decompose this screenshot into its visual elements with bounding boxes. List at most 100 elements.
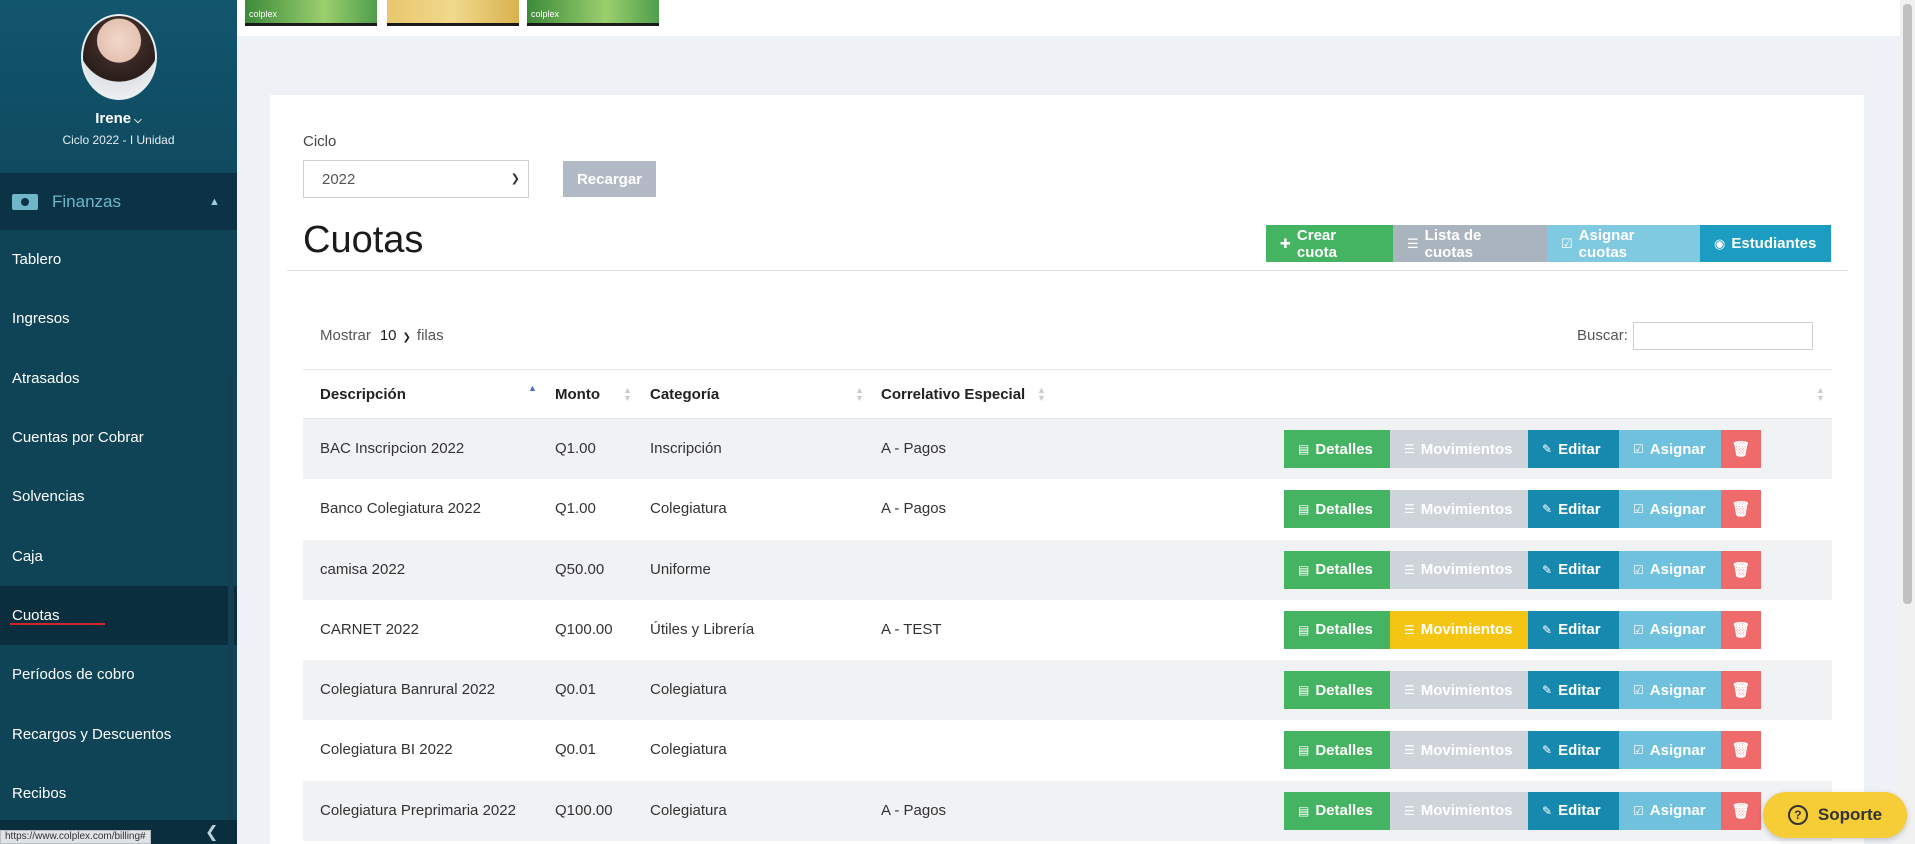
page-scrollbar[interactable] [1900,0,1915,844]
sidebar-item-tablero[interactable]: Tablero [0,230,237,290]
cell-categoria: Colegiatura [650,681,727,699]
sidebar-item-periodos-de-cobro[interactable]: Períodos de cobro [0,645,237,705]
sort-icon[interactable]: ▲ ▼ [855,386,864,403]
cell-descripcion: BAC Inscripcion 2022 [320,440,465,457]
details-button[interactable]: ▤ Detalles [1284,550,1390,589]
sort-icon[interactable]: ▲ ▼ [1037,386,1046,403]
page-length-select[interactable]: 10 ❯ [380,327,411,344]
edit-button[interactable]: ✎ Editar [1528,550,1619,589]
row-actions: ▤ Detalles ☰ Movimientos ✎ Editar ☑ Asignar 🗑 [1284,490,1761,529]
banner-image[interactable] [387,0,519,26]
nav-group-label: Finanzas [52,191,121,211]
details-button[interactable]: ▤ Detalles [1284,731,1390,770]
button-label: Detalles [1315,561,1373,579]
ciclo-select[interactable]: 2022 ❯ [303,160,529,198]
edit-icon: ✎ [1542,803,1553,818]
sidebar-item-cuentas-por-cobrar[interactable]: Cuentas por Cobrar [0,407,237,468]
search-input[interactable] [1633,322,1813,350]
user-menu[interactable]: Irene ⌵ [0,110,237,127]
sidebar-item-recibos[interactable]: Recibos [0,763,237,823]
table-header: Descripción ▲ Monto ▲ ▼ Categoría ▲ ▼ Corr… [303,369,1832,419]
assign-button[interactable]: ☑ Asignar [1619,550,1721,589]
button-label: Asignar [1649,681,1706,699]
movements-button[interactable]: ☰ Movimientos [1390,490,1528,529]
fee-list-button[interactable]: ☰ Lista de cuotas [1393,225,1547,262]
check-square-icon: ☑ [1633,442,1644,456]
delete-button[interactable]: 🗑 [1721,610,1761,649]
sidebar-item-recargos-y-descuentos[interactable]: Recargos y Descuentos [0,704,237,764]
assign-button[interactable]: ☑ Asignar [1619,671,1721,710]
avatar[interactable] [80,14,157,100]
scrollbar-thumb[interactable] [1903,4,1912,604]
button-label: Movimientos [1420,440,1513,458]
movements-button[interactable]: ☰ Movimientos [1390,671,1528,710]
chevron-left-icon[interactable]: ❮ [205,822,218,842]
details-button[interactable]: ▤ Detalles [1284,610,1390,649]
delete-button[interactable]: 🗑 [1721,490,1761,529]
movements-button[interactable]: ☰ Movimientos [1390,550,1528,589]
users-icon: ◉ [1714,235,1726,251]
sidebar-item-label: Caja [12,547,43,565]
movements-button[interactable]: ☰ Movimientos [1390,791,1528,830]
list-alt-icon: ▤ [1298,622,1310,637]
button-label: Editar [1558,741,1601,759]
create-fee-button[interactable]: ✚ Crear cuota [1266,225,1393,262]
column-header-categoria[interactable]: Categoría [650,386,719,403]
assign-button[interactable]: ☑ Asignar [1619,430,1721,468]
support-button[interactable]: ? Soporte [1763,792,1907,838]
sidebar-item-solvencias[interactable]: Solvencias [0,467,237,527]
details-button[interactable]: ▤ Detalles [1284,430,1390,468]
table-row: CARNET 2022 Q100.00 Útiles y Librería A - T… [303,600,1832,660]
assign-button[interactable]: ☑ Asignar [1619,490,1721,529]
table-row: Colegiatura Banrural 2022 Q0.01 Colegiatur… [303,660,1832,721]
check-square-icon: ☑ [1633,803,1644,818]
details-button[interactable]: ▤ Detalles [1284,671,1390,710]
nav-group-finanzas[interactable]: Finanzas ▲ [0,173,237,230]
cell-monto: Q0.01 [555,681,596,699]
assign-fees-button[interactable]: ☑ Asignar cuotas [1547,225,1700,262]
button-label: Movimientos [1420,741,1513,759]
sort-icon[interactable]: ▲ ▼ [1816,386,1825,403]
delete-button[interactable]: 🗑 [1721,550,1761,589]
edit-button[interactable]: ✎ Editar [1528,490,1619,529]
movements-button[interactable]: ☰ Movimientos [1390,430,1528,468]
sidebar-item-cuotas[interactable]: Cuotas [0,585,237,646]
edit-button[interactable]: ✎ Editar [1528,791,1619,830]
reload-button[interactable]: Recargar [563,161,656,197]
assign-button[interactable]: ☑ Asignar [1619,610,1721,649]
button-label: Detalles [1315,802,1373,820]
column-header-descripcion[interactable]: Descripción [320,386,406,403]
sidebar-scrollbar[interactable] [228,376,234,844]
banner-image[interactable]: colplex [245,0,377,26]
sidebar-item-atrasados[interactable]: Atrasados [0,348,237,408]
sidebar-item-ingresos[interactable]: Ingresos [0,289,237,349]
details-button[interactable]: ▤ Detalles [1284,490,1390,529]
movements-button[interactable]: ☰ Movimientos [1390,610,1528,649]
movements-button[interactable]: ☰ Movimientos [1390,731,1528,770]
assign-button[interactable]: ☑ Asignar [1619,731,1721,770]
assign-button[interactable]: ☑ Asignar [1619,791,1721,830]
sort-icon[interactable]: ▲ ▼ [623,386,632,403]
delete-button[interactable]: 🗑 [1721,791,1761,830]
banner-image[interactable]: colplex [527,0,659,26]
table-row: Colegiatura Preprimaria 2022 Q100.00 Coleg… [303,780,1832,842]
sidebar-item-caja[interactable]: Caja [0,526,237,586]
list-alt-icon: ▤ [1298,803,1310,818]
edit-button[interactable]: ✎ Editar [1528,610,1619,649]
edit-button[interactable]: ✎ Editar [1528,671,1619,710]
sort-asc-icon[interactable]: ▲ [528,384,537,393]
edit-button[interactable]: ✎ Editar [1528,731,1619,770]
button-label: Crear cuota [1296,226,1337,261]
details-button[interactable]: ▤ Detalles [1284,791,1390,830]
column-header-monto[interactable]: Monto [555,386,600,403]
delete-button[interactable]: 🗑 [1721,731,1761,770]
column-header-correlativo[interactable]: Correlativo Especial [881,386,1025,403]
edit-button[interactable]: ✎ Editar [1528,430,1619,468]
delete-button[interactable]: 🗑 [1721,430,1761,468]
table-body: BAC Inscripcion 2022 Q1.00 Inscripción A - … [303,419,1832,842]
button-label: Asignar [1649,621,1706,639]
sidebar-item-label: Atrasados [12,369,80,387]
students-button[interactable]: ◉ Estudiantes [1700,225,1831,262]
delete-button[interactable]: 🗑 [1721,671,1761,710]
cell-categoria: Colegiatura [650,500,727,518]
